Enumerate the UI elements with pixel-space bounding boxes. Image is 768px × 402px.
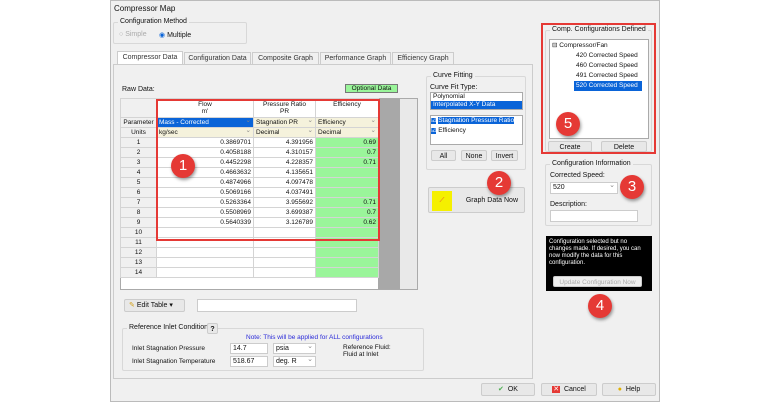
config-info-label: Configuration Information bbox=[550, 160, 633, 167]
cancel-icon: ✕ bbox=[552, 386, 561, 393]
row-number: 1 bbox=[120, 137, 157, 148]
temp-label: Inlet Stagnation Temperature bbox=[132, 358, 216, 365]
notice-text: Configuration selected but no changes ma… bbox=[549, 239, 641, 266]
callout-2: 2 bbox=[487, 171, 511, 195]
temp-unit-select[interactable]: deg. R bbox=[273, 355, 316, 367]
eff-cell[interactable] bbox=[315, 267, 379, 278]
description-label: Description: bbox=[550, 201, 587, 208]
callout-3: 3 bbox=[620, 175, 644, 199]
temp-input[interactable]: 518.67 bbox=[230, 356, 268, 367]
row-number: 8 bbox=[120, 207, 157, 218]
pressure-unit-select[interactable]: psia bbox=[273, 342, 316, 354]
row-number: 2 bbox=[120, 147, 157, 158]
row-number: 10 bbox=[120, 227, 157, 238]
update-configuration-button[interactable]: Update Configuration Now bbox=[553, 276, 642, 287]
radio-multiple[interactable]: ◉ Multiple bbox=[159, 31, 191, 39]
optional-data-badge: Optional Data bbox=[345, 84, 398, 93]
row-number: 9 bbox=[120, 217, 157, 228]
corrected-speed-select[interactable]: 520 bbox=[550, 181, 618, 194]
curve-type-polynomial[interactable]: Polynomial bbox=[431, 93, 522, 101]
row-number: 14 bbox=[120, 267, 157, 278]
pr-cell[interactable] bbox=[253, 267, 316, 278]
row-number: 7 bbox=[120, 197, 157, 208]
row-number: 4 bbox=[120, 167, 157, 178]
edit-icon: ✎ bbox=[129, 302, 135, 309]
ref-fluid: Reference Fluid: Fluid at Inlet bbox=[343, 344, 391, 358]
param-spr[interactable]: ☑ Stagnation Pressure Ratio bbox=[431, 116, 522, 126]
grid-scrollbar[interactable] bbox=[400, 99, 417, 289]
table-row: 14 bbox=[120, 267, 379, 278]
row-number: 13 bbox=[120, 257, 157, 268]
edit-table-button[interactable]: ✎ Edit Table ▾ bbox=[124, 299, 185, 312]
units-row-label: Units bbox=[120, 127, 157, 138]
notice-box: Configuration selected but no changes ma… bbox=[546, 236, 652, 291]
config-method-group: Configuration Method ○ Simple ◉ Multiple bbox=[113, 18, 247, 44]
flow-cell[interactable] bbox=[156, 267, 254, 278]
ref-note: Note: This will be applied for ALL confi… bbox=[246, 334, 383, 341]
ref-inlet-group: Reference Inlet Conditions ? Note: This … bbox=[122, 323, 424, 371]
radio-simple[interactable]: ○ Simple bbox=[119, 31, 147, 38]
invert-button[interactable]: Invert bbox=[491, 150, 518, 161]
curve-param-list[interactable]: ☑ Stagnation Pressure Ratio ☑ Efficiency bbox=[430, 115, 523, 145]
lightbulb-icon: ● bbox=[617, 386, 622, 393]
table-row: 12 bbox=[120, 247, 379, 258]
row-number: 6 bbox=[120, 187, 157, 198]
curve-fit-type-list[interactable]: Polynomial Interpolated X-Y Data bbox=[430, 92, 523, 110]
flow-cell[interactable] bbox=[156, 257, 254, 268]
row-number: 3 bbox=[120, 157, 157, 168]
row-number: 5 bbox=[120, 177, 157, 188]
cancel-button[interactable]: ✕ Cancel bbox=[541, 383, 597, 396]
pr-cell[interactable] bbox=[253, 247, 316, 258]
curve-type-interpolated[interactable]: Interpolated X-Y Data bbox=[431, 101, 522, 109]
help-button[interactable]: ● Help bbox=[602, 383, 656, 396]
speed-label: Corrected Speed: bbox=[550, 172, 605, 179]
row-number: 12 bbox=[120, 247, 157, 258]
ref-inlet-label: Reference Inlet Conditions bbox=[127, 324, 214, 331]
callout-1: 1 bbox=[171, 154, 195, 178]
curve-fitting-group: Curve Fitting Curve Fit Type: Polynomial… bbox=[426, 72, 526, 170]
cell-edit-input[interactable] bbox=[197, 299, 357, 312]
parameter-row-label: Parameter bbox=[120, 117, 157, 128]
grid-gray-area bbox=[378, 99, 400, 289]
eff-cell[interactable] bbox=[315, 247, 379, 258]
callout-5: 5 bbox=[556, 112, 580, 136]
row-number: 11 bbox=[120, 237, 157, 248]
ok-button[interactable]: ✔ OK bbox=[481, 383, 535, 396]
table-row: 13 bbox=[120, 257, 379, 268]
eff-cell[interactable] bbox=[315, 257, 379, 268]
none-button[interactable]: None bbox=[461, 150, 487, 161]
graph-data-now-button[interactable]: ⟋ Graph Data Now bbox=[428, 187, 525, 213]
all-button[interactable]: All bbox=[431, 150, 456, 161]
graph-icon: ⟋ bbox=[432, 191, 452, 211]
curve-fitting-label: Curve Fitting bbox=[431, 72, 475, 79]
pr-cell[interactable] bbox=[253, 257, 316, 268]
config-method-label: Configuration Method bbox=[118, 18, 189, 25]
tab-compressor-data[interactable]: Compressor Data bbox=[117, 51, 183, 65]
window-title: Compressor Map bbox=[114, 4, 176, 13]
description-input[interactable] bbox=[550, 210, 638, 222]
callout-box-5 bbox=[541, 23, 656, 154]
callout-4: 4 bbox=[588, 294, 612, 318]
pressure-input[interactable]: 14.7 bbox=[230, 343, 268, 354]
curve-fit-type-label: Curve Fit Type: bbox=[430, 84, 478, 91]
param-eff[interactable]: ☑ Efficiency bbox=[431, 126, 522, 136]
raw-data-label: Raw Data: bbox=[122, 86, 155, 93]
flow-cell[interactable] bbox=[156, 247, 254, 258]
pressure-label: Inlet Stagnation Pressure bbox=[132, 345, 205, 352]
check-icon: ✔ bbox=[498, 386, 504, 393]
help-icon[interactable]: ? bbox=[207, 323, 218, 334]
